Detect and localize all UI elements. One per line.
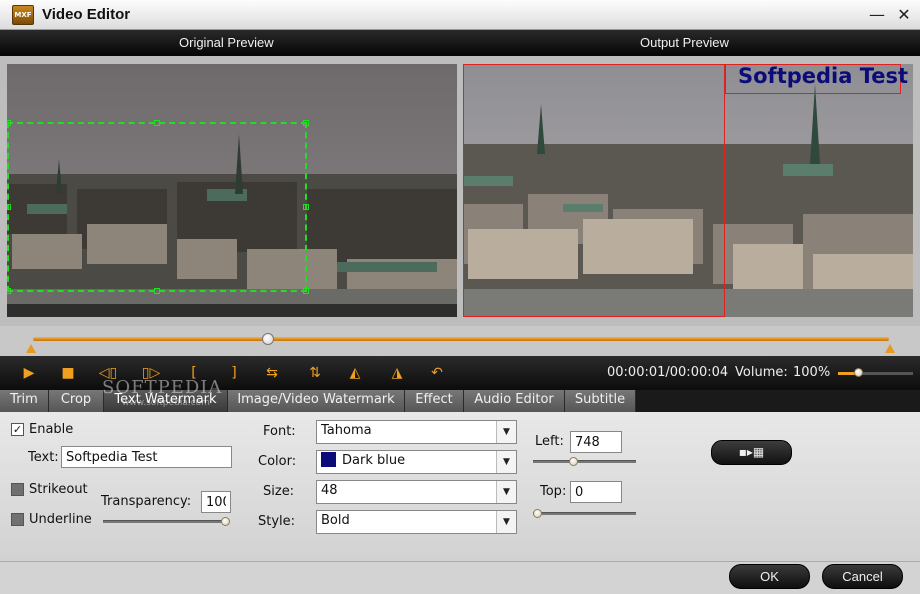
tab-trim[interactable]: Trim — [0, 390, 49, 412]
cancel-button[interactable]: Cancel — [822, 564, 903, 589]
text-label: Text: — [28, 450, 59, 465]
start-marker-icon[interactable] — [26, 344, 36, 353]
transparency-slider-handle[interactable] — [221, 517, 230, 526]
left-position-slider[interactable] — [533, 457, 636, 466]
watermark-area-box — [463, 64, 725, 317]
chevron-down-icon[interactable]: ▼ — [496, 511, 516, 533]
top-slider-handle[interactable] — [533, 509, 542, 518]
strikeout-checkbox[interactable] — [11, 483, 24, 496]
tab-effect[interactable]: Effect — [405, 390, 464, 412]
top-position-slider[interactable] — [533, 509, 636, 518]
swap-vertical-icon[interactable]: ⇅ — [305, 363, 325, 383]
enable-label: Enable — [29, 422, 74, 437]
volume-label: Volume: — [735, 365, 788, 380]
tab-image-video-watermark[interactable]: Image/Video Watermark — [228, 390, 405, 412]
chevron-down-icon[interactable]: ▼ — [496, 481, 516, 503]
softpedia-watermark-logo: SOFTPEDIA www.softpedia.com — [102, 377, 223, 408]
top-position-input[interactable] — [570, 481, 622, 503]
original-preview-pane — [7, 64, 457, 317]
strikeout-label: Strikeout — [29, 482, 88, 497]
tab-subtitle[interactable]: Subtitle — [565, 390, 636, 412]
transparency-slider[interactable] — [103, 517, 230, 526]
tab-audio-editor[interactable]: Audio Editor — [464, 390, 565, 412]
volume-slider[interactable] — [838, 368, 913, 377]
chevron-down-icon[interactable]: ▼ — [496, 421, 516, 443]
minimize-button[interactable]: — — [866, 4, 888, 26]
timeline — [0, 326, 920, 356]
color-label: Color: — [258, 454, 297, 469]
mark-out-icon[interactable]: ] — [224, 363, 244, 383]
style-label: Style: — [258, 514, 296, 529]
watermark-preview-text: Softpedia Test — [738, 64, 909, 88]
undo-icon[interactable]: ↶ — [427, 363, 447, 383]
color-select[interactable]: Dark blue ▼ — [316, 450, 517, 474]
font-label: Font: — [263, 424, 296, 439]
title-bar: MXF Video Editor — ✕ — [0, 0, 920, 30]
size-label: Size: — [263, 484, 295, 499]
flip-horizontal-icon[interactable]: ◭ — [345, 363, 365, 383]
left-position-input[interactable] — [570, 431, 622, 453]
top-label: Top: — [540, 484, 567, 499]
size-select[interactable]: 48 ▼ — [316, 480, 517, 504]
underline-label: Underline — [29, 512, 92, 527]
output-preview-label: Output Preview — [640, 35, 729, 50]
transparency-input[interactable] — [201, 491, 231, 513]
ok-button[interactable]: OK — [729, 564, 810, 589]
enable-checkbox[interactable]: ✓ — [11, 423, 24, 436]
app-logo-icon: MXF — [12, 5, 34, 25]
left-label: Left: — [535, 434, 564, 449]
volume-slider-handle[interactable] — [854, 368, 863, 377]
window-title: Video Editor — [42, 6, 131, 23]
swap-horizontal-icon[interactable]: ⇆ — [262, 363, 282, 383]
font-select[interactable]: Tahoma ▼ — [316, 420, 517, 444]
original-preview-label: Original Preview — [179, 35, 274, 50]
chevron-down-icon[interactable]: ▼ — [496, 451, 516, 473]
underline-checkbox[interactable] — [11, 513, 24, 526]
output-preview-pane — [463, 64, 913, 317]
position-preset-button[interactable]: ▪▸▦ — [711, 440, 792, 465]
tab-crop[interactable]: Crop — [49, 390, 104, 412]
position-grid-icon: ▪▸▦ — [738, 445, 765, 459]
end-marker-icon[interactable] — [885, 344, 895, 353]
style-select[interactable]: Bold ▼ — [316, 510, 517, 534]
color-swatch — [321, 452, 336, 467]
flip-vertical-icon[interactable]: ◮ — [387, 363, 407, 383]
watermark-text-input[interactable] — [61, 446, 232, 468]
close-button[interactable]: ✕ — [893, 4, 915, 26]
time-display: 00:00:01/00:00:04 — [607, 365, 729, 380]
volume-value: 100% — [793, 365, 831, 380]
transparency-label: Transparency: — [101, 494, 192, 509]
stop-icon[interactable]: ■ — [58, 363, 78, 383]
play-icon[interactable]: ▶ — [19, 363, 39, 383]
timeline-track[interactable] — [33, 337, 889, 341]
preview-header: Original Preview Output Preview — [0, 30, 920, 56]
crop-selection-box[interactable] — [7, 120, 309, 294]
preview-area — [0, 56, 920, 326]
